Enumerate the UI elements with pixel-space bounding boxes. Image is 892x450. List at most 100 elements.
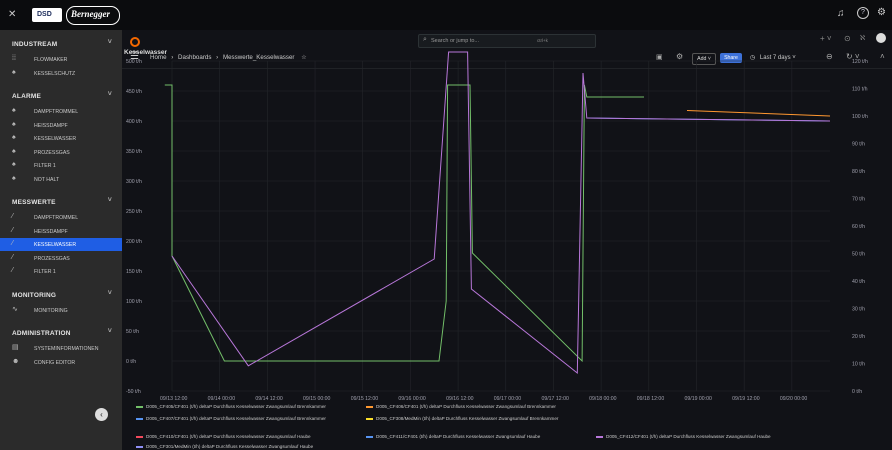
- legend-swatch: [136, 417, 143, 420]
- x-tick-label: 09/17 12:00: [541, 396, 569, 402]
- search-shortcut: ctrl+k: [537, 38, 548, 43]
- sidebar-item[interactable]: ∿ MONITORING: [0, 304, 122, 317]
- sidebar-item[interactable]: ⁄ HEISSDAMPF: [0, 225, 122, 238]
- sidebar-section-title: ALARME: [12, 93, 42, 100]
- y-right-tick-label: 90 t/h: [852, 142, 865, 148]
- legend-item[interactable]: D005_CF411/CF401 (t/h) deltaP Durchfluss…: [366, 434, 540, 439]
- avatar[interactable]: [876, 33, 886, 43]
- sidebar-item-label: PROZESSGAS: [34, 255, 70, 262]
- help-circle-icon[interactable]: ⊙: [844, 34, 851, 43]
- y-left-tick-label: 200 t/h: [126, 239, 142, 245]
- y-left-tick-label: 400 t/h: [126, 119, 142, 125]
- y-right-tick-label: 50 t/h: [852, 252, 865, 258]
- legend-item[interactable]: D005_CF405/CF401 (t/h) deltaP Durchfluss…: [136, 404, 326, 409]
- legend-item[interactable]: D005_CF410/CF401 (t/h) deltaP Durchfluss…: [136, 434, 311, 439]
- users-icon: ☻: [12, 357, 20, 365]
- legend-item[interactable]: D005_CF308/MedMin (t/h) deltaP Durchflus…: [366, 416, 558, 421]
- sidebar-item-label: DAMPFTROMMEL: [34, 215, 79, 221]
- sidebar-item[interactable]: ♠ NOT HALT: [0, 173, 122, 186]
- search-placeholder: Search or jump to...: [431, 38, 479, 44]
- sidebar-section[interactable]: ADMINISTRATION ˅: [0, 325, 122, 341]
- sidebar: INDUSTREAM ˅ ⁞⁞ FLOWMAKER ♠ KESSELSCHUTZ ALARM…: [0, 30, 122, 450]
- legend-swatch: [366, 435, 373, 438]
- sidebar-item[interactable]: ♠ PROZESSGAS: [0, 146, 122, 159]
- chevron-down-icon[interactable]: ˅: [108, 328, 112, 335]
- sidebar-item-label: KESSELWASSER: [34, 242, 77, 248]
- sidebar-section[interactable]: MONITORING ˅: [0, 287, 122, 303]
- y-right-tick-label: 30 t/h: [852, 307, 865, 313]
- sidebar-item-label: CONFIG EDITOR: [34, 359, 76, 366]
- sidebar-item[interactable]: ⁄ DAMPFTROMMEL: [0, 211, 122, 224]
- sidebar-section-title: MONITORING: [12, 291, 57, 299]
- y-left-tick-label: 350 t/h: [126, 149, 142, 155]
- sidebar-item-label: PROZESSGAS: [34, 149, 70, 156]
- legend-label: D005_CF308/MedMin (t/h) deltaP Durchflus…: [376, 416, 559, 421]
- sidebar-item[interactable]: ⁄ PROZESSGAS: [0, 252, 122, 265]
- grid-icon: ⁞⁞: [12, 55, 16, 62]
- settings-icon[interactable]: ⚙: [877, 7, 886, 18]
- logo-left-text: DSD: [37, 11, 52, 18]
- top-bar: ✕ DSD Bernegger ♫ ? ⚙: [0, 0, 892, 31]
- rss-icon[interactable]: ℵ: [860, 34, 865, 42]
- collapse-sidebar-button[interactable]: ‹: [95, 408, 108, 421]
- help-icon[interactable]: ?: [857, 7, 869, 19]
- sidebar-item[interactable]: ♠ HEISSDAMPF: [0, 119, 122, 132]
- y-left-tick-label: 150 t/h: [126, 269, 142, 275]
- sidebar-item-label: SYSTEMINFORMATIONEN: [34, 346, 99, 352]
- legend-item[interactable]: D005_CF301/MedMin (t/h) deltaP Durchflus…: [136, 444, 313, 449]
- chart-icon: ⁄: [12, 267, 14, 274]
- legend-item[interactable]: D005_CF406/CF401 (t/h) deltaP Durchfluss…: [366, 404, 556, 409]
- sidebar-item[interactable]: ⁄ FILTER 1: [0, 265, 122, 278]
- sidebar-item[interactable]: ♠ KESSELSCHUTZ: [0, 67, 122, 80]
- sidebar-item[interactable]: ⁄ KESSELWASSER: [0, 238, 122, 251]
- y-left-tick-label: 500 t/h: [126, 59, 142, 65]
- bell-icon: ♠: [12, 134, 16, 141]
- series-line: [164, 84, 644, 363]
- sidebar-section[interactable]: INDUSTREAM ˅: [0, 36, 122, 52]
- chevron-down-icon[interactable]: ˅: [108, 91, 112, 98]
- y-right-tick-label: 110 t/h: [852, 87, 868, 93]
- chevron-down-icon[interactable]: ˅: [108, 290, 112, 297]
- x-tick-label: 09/18 00:00: [589, 396, 617, 402]
- sidebar-section[interactable]: MESSWERTE ˅: [0, 194, 122, 210]
- x-tick-label: 09/20 00:00: [780, 396, 808, 402]
- plus-icon[interactable]: + ˅: [820, 34, 832, 43]
- bell-icon: ♠: [12, 161, 16, 168]
- legend-item[interactable]: D005_CF407/CF401 (t/h) deltaP Durchfluss…: [136, 416, 326, 421]
- sidebar-section[interactable]: ALARME ˅: [0, 88, 122, 104]
- sidebar-item[interactable]: ♠ FILTER 1: [0, 159, 122, 172]
- x-tick-label: 09/15 12:00: [351, 396, 379, 402]
- bell-icon[interactable]: ♫: [837, 8, 845, 19]
- sidebar-item-label: FILTER 1: [34, 163, 56, 169]
- x-tick-label: 09/13 12:00: [160, 396, 188, 402]
- sidebar-item-label: DAMPFTROMMEL: [34, 109, 79, 115]
- sidebar-section-title: ADMINISTRATION: [12, 330, 71, 337]
- y-left-tick-label: -50 t/h: [126, 389, 141, 395]
- sidebar-item[interactable]: ☻ CONFIG EDITOR: [0, 356, 122, 369]
- y-left-tick-label: 50 t/h: [126, 329, 139, 335]
- x-tick-label: 09/16 00:00: [398, 396, 426, 402]
- chevron-down-icon[interactable]: ˅: [108, 39, 112, 46]
- search-box[interactable]: ⌕ Search or jump to... ctrl+k: [418, 34, 596, 48]
- sidebar-item[interactable]: ♠ KESSELWASSER: [0, 132, 122, 145]
- legend-swatch: [136, 435, 143, 438]
- close-icon[interactable]: ✕: [8, 9, 16, 20]
- y-right-tick-label: 20 t/h: [852, 334, 865, 340]
- grafana-logo-icon[interactable]: [130, 37, 140, 47]
- pulse-icon: ∿: [12, 305, 18, 313]
- logo: DSD Bernegger: [26, 4, 122, 26]
- sidebar-item[interactable]: ⁞⁞ FLOWMAKER: [0, 53, 122, 66]
- line-chart[interactable]: 500 t/h 450 t/h 400 t/h 350 t/h 300 t/h 250 t…: [118, 47, 892, 450]
- chevron-down-icon[interactable]: ˅: [108, 197, 112, 204]
- y-left-tick-label: 450 t/h: [126, 89, 142, 95]
- search-icon: ⌕: [423, 36, 427, 43]
- y-right-tick-label: 60 t/h: [852, 224, 865, 230]
- sidebar-item-label: HEISSDAMPF: [34, 122, 68, 129]
- sidebar-item[interactable]: ♠ DAMPFTROMMEL: [0, 105, 122, 118]
- sidebar-item[interactable]: ▤ SYSTEMINFORMATIONEN: [0, 342, 122, 355]
- bell-icon: ♠: [12, 147, 16, 155]
- legend-item[interactable]: D005_CF412/CF401 (t/h) deltaP Durchfluss…: [596, 434, 771, 439]
- legend-label: D005_CF412/CF401 (t/h) deltaP Durchfluss…: [606, 434, 771, 439]
- sidebar-section-title: INDUSTREAM: [12, 41, 58, 48]
- chart-icon: ⁄: [12, 213, 14, 220]
